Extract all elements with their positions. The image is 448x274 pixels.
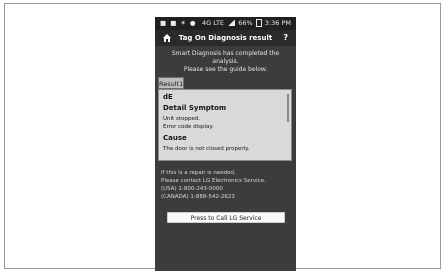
signal-icon xyxy=(227,20,236,26)
intro-message: Smart Diagnosis has completed the analys… xyxy=(161,50,290,74)
detail-symptom-heading: Detail Symptom xyxy=(163,104,227,112)
intro-line-1: Smart Diagnosis has completed the analys… xyxy=(171,50,280,65)
tab-result1[interactable]: Result1 xyxy=(158,77,184,89)
status-left-icons: ■ ■ ✶ ● xyxy=(160,19,197,27)
detail-symptom-line-1: Unit stopped. xyxy=(163,116,200,122)
intro-line-2: Please see the guide below. xyxy=(183,66,268,73)
contact-usa: (USA) 1-800-243-0000 xyxy=(161,186,223,192)
call-lg-service-button[interactable]: Press to Call LG Service xyxy=(167,212,285,223)
network-label: 4G LTE xyxy=(201,19,225,27)
clock: 3:36 PM xyxy=(264,19,291,27)
contact-line-2: Please contact LG Electronics Service. xyxy=(161,178,266,184)
help-icon[interactable]: ? xyxy=(283,30,288,46)
result-scrollbar[interactable] xyxy=(287,94,289,122)
cause-heading: Cause xyxy=(163,134,187,142)
page-title: Tag On Diagnosis result xyxy=(178,34,273,42)
contact-info: If this is a repair is needed, Please co… xyxy=(161,169,290,201)
phone-screen: ■ ■ ✶ ● 4G LTE 66% 3:36 PM Tag On Diagno… xyxy=(155,17,296,271)
battery-icon xyxy=(255,19,262,27)
detail-symptom-line-2: Error code display. xyxy=(163,124,214,130)
result-panel: dE Detail Symptom Unit stopped. Error co… xyxy=(158,89,292,161)
title-bar: Tag On Diagnosis result ? xyxy=(155,30,296,46)
battery-percent: 66% xyxy=(238,19,253,27)
status-right: 4G LTE 66% 3:36 PM xyxy=(202,17,291,30)
status-bar: ■ ■ ✶ ● 4G LTE 66% 3:36 PM xyxy=(155,17,296,30)
contact-line-1: If this is a repair is needed, xyxy=(161,170,236,176)
error-code: dE xyxy=(163,93,173,101)
contact-canada: (CANADA) 1-888-542-2623 xyxy=(161,194,235,200)
cause-line-1: The door is not closed properly. xyxy=(163,146,250,152)
